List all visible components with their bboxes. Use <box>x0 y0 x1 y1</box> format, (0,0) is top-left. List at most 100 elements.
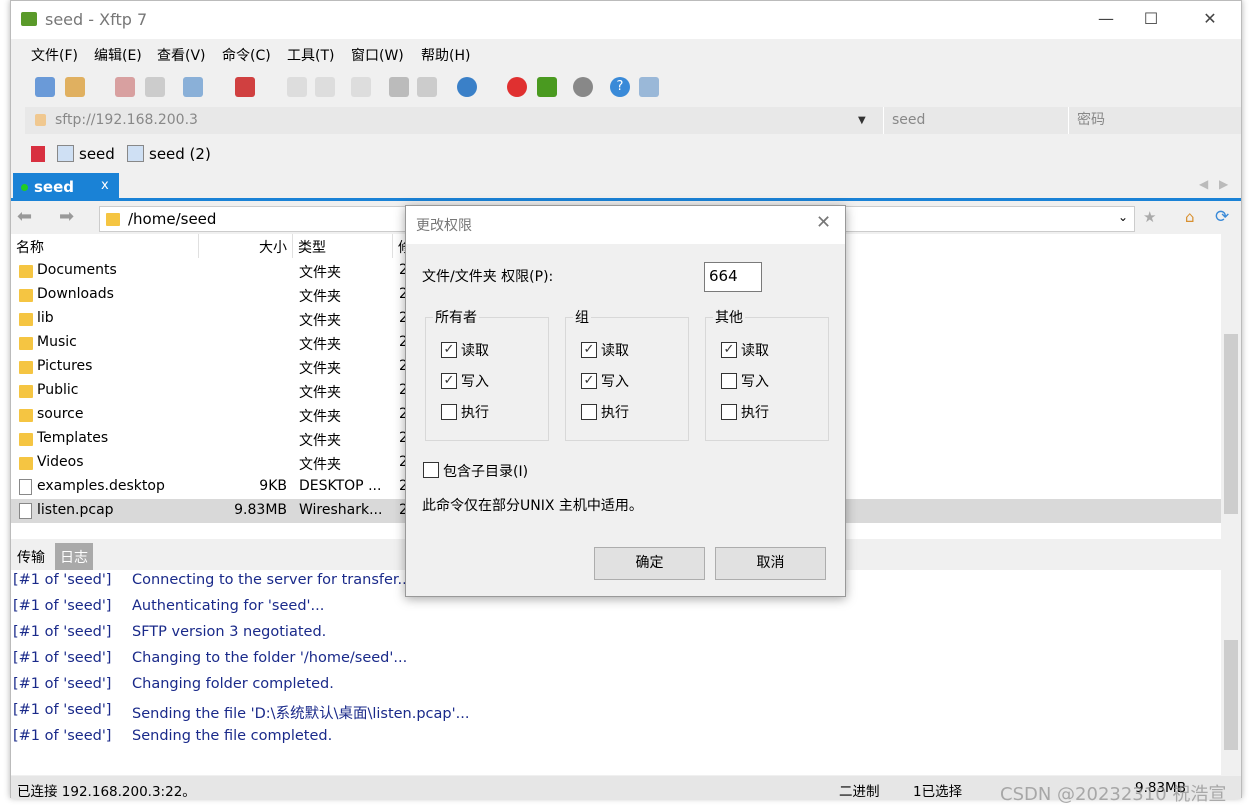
new-session-icon[interactable] <box>35 77 55 97</box>
file-list-scrollbar[interactable] <box>1221 234 1241 539</box>
group-label: 组 <box>573 307 591 327</box>
paste-icon[interactable] <box>417 77 437 97</box>
read-checkbox[interactable]: ✓ <box>441 342 457 358</box>
file-type: 文件夹 <box>299 433 341 449</box>
forward-button[interactable]: ➡ <box>59 206 74 227</box>
folder-icon <box>106 213 120 226</box>
tab-seed[interactable]: seed x <box>13 173 119 201</box>
chat-icon[interactable] <box>639 77 659 97</box>
permission-group: 组 ✓ 读取 ✓ 写入 执行 <box>565 307 689 441</box>
permission-input[interactable]: 664 <box>704 262 762 292</box>
write-label: 写入 <box>461 374 489 390</box>
play-icon[interactable] <box>235 77 255 97</box>
write-checkbox[interactable] <box>721 373 737 389</box>
cancel-button[interactable]: 取消 <box>715 547 826 580</box>
log-entry: [#1 of 'seed'] SFTP version 3 negotiated. <box>11 622 1221 648</box>
tab-scroll-left[interactable]: ◀ <box>1199 177 1208 191</box>
shortcut-icon <box>57 145 74 162</box>
file-type: 文件夹 <box>299 457 341 473</box>
upload-icon[interactable] <box>287 77 307 97</box>
transfer-icon[interactable] <box>351 77 371 97</box>
read-checkbox[interactable]: ✓ <box>581 342 597 358</box>
dialog-title: 更改权限 <box>416 218 472 234</box>
connected-dot-icon <box>21 184 28 191</box>
ok-button[interactable]: 确定 <box>594 547 705 580</box>
menu-view[interactable]: 查看(V) <box>157 45 206 65</box>
file-size: 9.83MB <box>234 502 287 518</box>
help-icon[interactable]: ? <box>610 77 630 97</box>
copy-icon[interactable] <box>389 77 409 97</box>
execute-checkbox[interactable] <box>581 404 597 420</box>
disconnect-icon[interactable] <box>115 77 135 97</box>
file-icon <box>19 503 32 519</box>
log-entry: [#1 of 'seed'] Sending the file 'D:\系统默认\… <box>11 700 1221 726</box>
xshell-icon[interactable] <box>507 77 527 97</box>
menu-command[interactable]: 命令(C) <box>222 45 271 65</box>
path-dropdown-icon[interactable]: ⌄ <box>1118 210 1128 224</box>
scroll-thumb[interactable] <box>1224 334 1238 514</box>
tab-close-button[interactable]: x <box>101 178 109 193</box>
globe-icon[interactable] <box>457 77 477 97</box>
column-size[interactable]: 大小 <box>199 234 293 258</box>
bookmark-icon[interactable] <box>31 146 45 162</box>
write-checkbox[interactable]: ✓ <box>581 373 597 389</box>
close-button[interactable]: ✕ <box>1195 9 1225 28</box>
menu-help[interactable]: 帮助(H) <box>421 45 470 65</box>
execute-checkbox[interactable] <box>721 404 737 420</box>
gear-icon[interactable] <box>573 77 593 97</box>
recursive-checkbox[interactable] <box>423 462 439 478</box>
menu-file[interactable]: 文件(F) <box>31 45 78 65</box>
minimize-button[interactable]: — <box>1091 9 1121 28</box>
menu-window[interactable]: 窗口(W) <box>351 45 404 65</box>
maximize-button[interactable]: ☐ <box>1136 9 1166 28</box>
folder-icon <box>19 385 33 398</box>
star-icon[interactable]: ★ <box>1143 208 1156 226</box>
title-bar: seed - Xftp 7 — ☐ ✕ <box>11 1 1241 39</box>
session-tabs: seed x ◀ ▶ <box>11 171 1241 201</box>
reconnect-icon[interactable] <box>145 77 165 97</box>
column-name[interactable]: 名称 <box>11 234 199 258</box>
home-icon[interactable]: ⌂ <box>1185 208 1195 226</box>
download-icon[interactable] <box>315 77 335 97</box>
folder-icon <box>19 265 33 278</box>
tab-transfer[interactable]: 传输 <box>17 547 45 567</box>
link-seed[interactable]: seed <box>79 145 115 163</box>
log-source: [#1 of 'seed'] <box>13 702 112 718</box>
xftp-icon[interactable] <box>537 77 557 97</box>
menu-edit[interactable]: 编辑(E) <box>94 45 142 65</box>
file-name: Pictures <box>37 358 93 374</box>
log-scrollbar[interactable] <box>1221 570 1241 775</box>
path-text: /home/seed <box>128 210 217 228</box>
read-checkbox[interactable]: ✓ <box>721 342 737 358</box>
file-name: listen.pcap <box>37 502 114 518</box>
log-source: [#1 of 'seed'] <box>13 650 112 666</box>
url-dropdown-icon[interactable]: ▼ <box>858 115 866 126</box>
address-bar[interactable]: sftp://192.168.200.3 ▼ seed 密码 <box>25 107 1241 134</box>
back-button[interactable]: ⬅ <box>17 206 32 227</box>
password-input[interactable]: 密码 <box>1068 107 1105 134</box>
log-message: Changing to the folder '/home/seed'... <box>132 650 408 666</box>
tab-log[interactable]: 日志 <box>55 543 93 571</box>
scroll-thumb[interactable] <box>1224 640 1238 750</box>
open-folder-icon[interactable] <box>65 77 85 97</box>
url-input[interactable]: sftp://192.168.200.3 <box>55 112 198 128</box>
change-permissions-dialog: 更改权限 ✕ 文件/文件夹 权限(P): 664 所有者 ✓ 读取 ✓ 写入 执行组 ✓ 读取… <box>405 205 846 597</box>
tab-scroll-right[interactable]: ▶ <box>1219 177 1228 191</box>
session-settings-icon[interactable] <box>183 77 203 97</box>
file-name: Videos <box>37 454 84 470</box>
log-message: Changing folder completed. <box>132 676 334 692</box>
refresh-icon[interactable]: ⟳ <box>1215 207 1229 227</box>
dialog-close-button[interactable]: ✕ <box>816 212 831 233</box>
execute-checkbox[interactable] <box>441 404 457 420</box>
status-selected: 1已选择 <box>913 784 963 800</box>
execute-label: 执行 <box>601 405 629 421</box>
menu-tools[interactable]: 工具(T) <box>287 45 334 65</box>
permission-group: 其他 ✓ 读取 写入 执行 <box>705 307 829 441</box>
write-checkbox[interactable]: ✓ <box>441 373 457 389</box>
status-connection: 已连接 192.168.200.3:22。 <box>17 784 196 800</box>
username-input[interactable]: seed <box>883 107 925 134</box>
log-panel: [#1 of 'seed'] Connecting to the server f… <box>11 570 1221 775</box>
watermark: CSDN @2023231​0 祝浩宣 <box>1000 784 1227 805</box>
link-seed-2[interactable]: seed (2) <box>149 145 211 163</box>
column-type[interactable]: 类型 <box>293 234 393 258</box>
